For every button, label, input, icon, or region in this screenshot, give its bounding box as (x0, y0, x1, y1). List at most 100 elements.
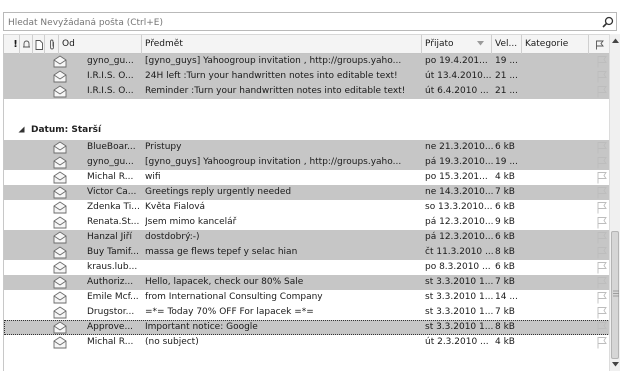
message-from: BlueBoar... (87, 142, 136, 152)
flag-icon[interactable] (596, 55, 607, 68)
flag-icon[interactable] (596, 216, 607, 229)
category-column-header[interactable]: Kategorie (522, 35, 589, 54)
message-row[interactable]: kraus.lub... po 8.3.2010 ... 6 kB (4, 260, 610, 275)
message-size: 7 kB (495, 187, 515, 197)
message-subject: Jsem mimo kancelář (145, 217, 237, 227)
search-box[interactable] (3, 12, 617, 31)
flag-icon[interactable] (596, 306, 607, 319)
message-from: I.R.I.S. O... (87, 71, 134, 81)
size-column-header[interactable]: Vel... (492, 35, 522, 54)
message-row[interactable]: BlueBoar... Pristupy ne 21.3.2010... 6 kB (4, 140, 610, 155)
paperclip-icon (49, 39, 54, 50)
flag-icon[interactable] (596, 186, 607, 199)
envelope-icon (53, 321, 67, 334)
flag-column-header[interactable] (589, 35, 610, 54)
flag-icon[interactable] (596, 231, 607, 244)
message-from: Hanzal Jiří (87, 232, 132, 242)
sort-descending-icon (477, 41, 484, 46)
flag-icon[interactable] (596, 85, 607, 98)
message-row[interactable]: Buy Tamif... massa ge flews tepef y selac… (4, 245, 610, 260)
scroll-thumb[interactable] (611, 231, 619, 359)
attachment-column-header[interactable] (45, 35, 59, 54)
flag-icon[interactable] (596, 261, 607, 274)
message-row[interactable]: Drugstor... =*= Today 70% OFF For lapacek… (4, 305, 610, 320)
importance-column-header[interactable]: ! (4, 35, 20, 54)
message-row[interactable]: Michal R... (no subject) út 2.3.2010 ... 4 … (4, 335, 610, 350)
message-from: Michal R... (87, 337, 134, 347)
search-icon[interactable] (602, 16, 614, 28)
message-received: st 3.3.2010 1... (425, 307, 493, 317)
message-subject (145, 260, 421, 275)
message-subject: [gyno_guys] Yahoogroup invitation , http… (145, 157, 402, 167)
grip-icon (613, 290, 619, 297)
flag-icon[interactable] (596, 246, 607, 259)
flag-icon[interactable] (596, 171, 607, 184)
icon-column-header[interactable] (33, 35, 45, 54)
message-row[interactable]: Victor Ca... Greetings reply urgently nee… (4, 185, 610, 200)
message-row[interactable]: Michal R... wifi po 15.3.201... 4 kB (4, 170, 610, 185)
flag-icon[interactable] (596, 156, 607, 169)
flag-icon[interactable] (596, 141, 607, 154)
flag-icon[interactable] (596, 201, 607, 214)
received-column-header[interactable]: Přijato (422, 35, 492, 54)
message-size: 8 kB (495, 322, 515, 332)
flag-icon[interactable] (596, 321, 607, 334)
message-received: st 3.3.2010 1... (425, 277, 493, 287)
message-from: gyno_gu... (87, 56, 134, 66)
search-input[interactable] (8, 16, 568, 29)
message-row[interactable]: I.R.I.S. O... 24H left :Turn your handwri… (4, 69, 610, 84)
message-from: Approve... (87, 322, 134, 332)
subject-column-header[interactable]: Předmět (142, 35, 422, 54)
message-subject: Greetings reply urgently needed (145, 187, 292, 197)
reminder-column-header[interactable] (20, 35, 33, 54)
envelope-icon (53, 276, 67, 289)
message-size: 6 kB (495, 202, 515, 212)
scroll-down-button[interactable] (610, 358, 620, 371)
message-row[interactable]: gyno_gu... [gyno_guys] Yahoogroup invitat… (4, 155, 610, 170)
envelope-icon (53, 171, 67, 184)
message-from: gyno_gu... (87, 157, 134, 167)
message-received: pá 12.3.2010... (425, 232, 493, 242)
message-row[interactable]: Authoriz... Hello, lapacek, check our 80%… (4, 275, 610, 290)
collapse-triangle-icon (18, 126, 25, 133)
group-header-older[interactable]: Datum: Starší (4, 121, 610, 139)
envelope-icon (53, 55, 67, 68)
message-from: Zdenka Ti... (87, 202, 140, 212)
arrow-down-icon (611, 362, 619, 367)
message-row[interactable]: Zdenka Ti... Květa Fialová so 13.3.2010...… (4, 200, 610, 215)
message-received: po 8.3.2010 ... (425, 262, 491, 272)
message-received: čt 11.3.2010 ... (425, 247, 493, 257)
message-row[interactable]: gyno_gu... [gyno_guys] Yahoogroup invitat… (4, 54, 610, 69)
flag-icon[interactable] (596, 276, 607, 289)
message-row[interactable]: Hanzal Jiří dostdobrý:-) pá 12.3.2010... 6 … (4, 230, 610, 245)
message-row[interactable]: Renata.St... Jsem mimo kancelář pá 12.3.20… (4, 215, 610, 230)
message-size: 7 kB (495, 307, 515, 317)
message-size: 4 kB (495, 172, 515, 182)
vertical-scrollbar[interactable] (609, 34, 620, 371)
message-from: Drugstor... (87, 307, 135, 317)
message-received: ne 21.3.2010... (425, 142, 493, 152)
message-received: st 3.3.2010 1... (425, 322, 493, 332)
message-received: út 13.4.2010... (425, 71, 492, 81)
scroll-up-button[interactable] (610, 34, 620, 47)
envelope-icon (53, 70, 67, 83)
message-from: Authoriz... (87, 277, 134, 287)
message-row[interactable]: Approve... Important notice: Google st 3.3… (4, 320, 610, 335)
message-received: so 13.3.2010... (425, 202, 493, 212)
message-received: ne 14.3.2010... (425, 187, 493, 197)
from-column-header[interactable]: Od (59, 35, 142, 54)
message-subject: Hello, lapacek, check our 80% Sale (145, 277, 304, 287)
message-subject: Pristupy (145, 142, 182, 152)
message-row[interactable]: Emile Mcf... from International Consultin… (4, 290, 610, 305)
arrow-up-icon (611, 38, 619, 43)
message-subject: dostdobrý:-) (145, 232, 200, 242)
flag-icon[interactable] (596, 70, 607, 83)
message-received: po 19.4.201... (425, 56, 488, 66)
message-size: 6 kB (495, 262, 515, 272)
flag-icon[interactable] (596, 336, 607, 349)
message-received: út 6.4.2010 ... (425, 86, 489, 96)
envelope-icon (53, 246, 67, 259)
message-row[interactable]: I.R.I.S. O... Reminder :Turn your handwri… (4, 84, 610, 99)
message-subject: massa ge flews tepef y selac hian (145, 247, 298, 257)
flag-icon[interactable] (596, 291, 607, 304)
